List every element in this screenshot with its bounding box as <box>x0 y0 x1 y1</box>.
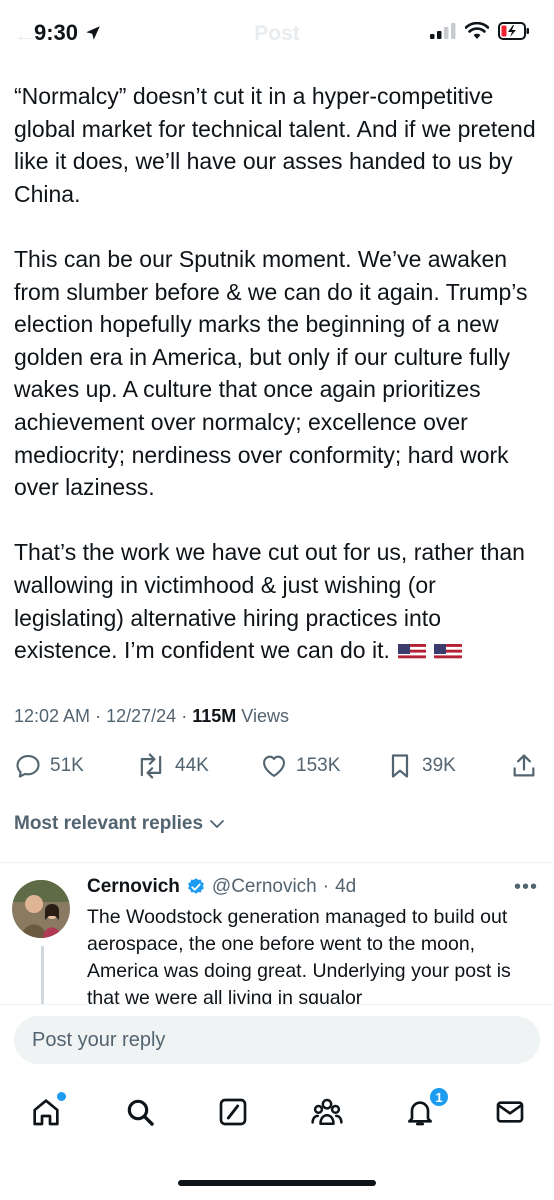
repost-button[interactable]: 44K <box>135 752 209 780</box>
share-icon <box>513 754 535 777</box>
share-button[interactable] <box>510 752 538 780</box>
time-text: 9:30 <box>34 20 79 45</box>
meta-separator: · <box>95 706 102 726</box>
replies-sort-dropdown[interactable]: Most relevant replies <box>14 813 225 835</box>
tweet-paragraph-last: That’s the work we have cut out for us, … <box>14 536 544 666</box>
communities-icon <box>311 1098 343 1126</box>
reply-text: The Woodstock generation managed to buil… <box>87 906 511 1004</box>
tweet-time: 12:02 AM <box>14 706 91 726</box>
tweet-body: “Normalcy” doesn’t cut it in a hyper-com… <box>14 80 544 699</box>
replies-sort-label: Most relevant replies <box>14 813 204 834</box>
like-button[interactable]: 153K <box>260 752 340 780</box>
mail-icon <box>496 1101 524 1123</box>
nav-communities[interactable] <box>309 1094 345 1130</box>
reply-separator: · <box>322 876 330 897</box>
repost-count: 44K <box>175 755 209 776</box>
us-flag-icon <box>397 640 426 661</box>
meta-separator: · <box>181 706 188 726</box>
reply-input[interactable]: Post your reply <box>14 1016 540 1064</box>
reply-count: 51K <box>50 755 84 776</box>
more-options-icon[interactable]: ••• <box>514 876 538 899</box>
views-count: 115M <box>192 706 237 726</box>
heart-icon <box>263 755 285 777</box>
reply-input-placeholder: Post your reply <box>32 1028 166 1051</box>
reply-button[interactable]: 51K <box>14 752 84 780</box>
chevron-down-icon <box>210 820 224 828</box>
tweet-meta: 12:02 AM · 12/27/24 · 115M Views <box>14 706 289 727</box>
battery-charging-icon <box>498 22 529 40</box>
nav-grok[interactable] <box>215 1094 251 1130</box>
status-icons <box>430 22 530 40</box>
repost-icon <box>140 753 162 779</box>
verified-badge-icon <box>188 878 204 894</box>
nav-notifications[interactable]: 1 <box>402 1086 450 1130</box>
home-indicator <box>178 1180 376 1186</box>
bookmark-icon <box>391 754 409 778</box>
nav-messages[interactable] <box>492 1094 528 1130</box>
reply-header: Cernovich @Cernovich · 4d <box>87 876 356 898</box>
status-bar: ← Post 9:30 <box>0 0 554 68</box>
home-unread-dot <box>57 1092 66 1101</box>
thread-line <box>41 946 44 1004</box>
home-icon <box>33 1099 59 1126</box>
wifi-icon <box>465 22 489 39</box>
cellular-signal-icon <box>430 23 456 39</box>
notification-badge: 1 <box>428 1086 450 1108</box>
reply-author-handle[interactable]: @Cernovich <box>212 876 317 898</box>
us-flag-icon <box>433 640 462 661</box>
avatar[interactable] <box>12 880 70 938</box>
grok-icon <box>219 1098 247 1126</box>
tweet-paragraph: This can be our Sputnik moment. We’ve aw… <box>14 245 528 501</box>
reply-icon <box>16 755 40 778</box>
tweet-date: 12/27/24 <box>106 706 177 726</box>
bookmark-count: 39K <box>422 755 456 776</box>
search-icon <box>127 1099 154 1126</box>
like-count: 153K <box>296 755 341 776</box>
bookmark-button[interactable]: 39K <box>386 752 456 780</box>
divider <box>0 862 554 863</box>
status-time: 9:30 <box>34 20 102 46</box>
tweet-paragraph: “Normalcy” doesn’t cut it in a hyper-com… <box>14 83 536 207</box>
location-arrow-icon <box>86 26 100 40</box>
nav-home[interactable] <box>28 1092 66 1130</box>
nav-search[interactable] <box>122 1094 158 1130</box>
tweet-actions: 51K 44K 153K 39K <box>14 752 540 786</box>
reply-author-name[interactable]: Cernovich <box>87 876 180 898</box>
views-label[interactable]: Views <box>241 706 289 726</box>
reply-age: 4d <box>335 876 357 897</box>
